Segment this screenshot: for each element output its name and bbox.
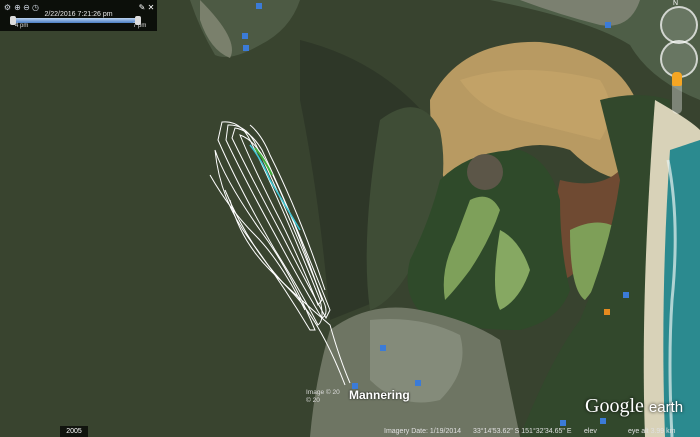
lake-water-west (0, 0, 300, 437)
image-credits: Image © 20 © 20 (306, 389, 340, 405)
historical-imagery-year[interactable]: 2005 (60, 426, 88, 437)
time-slider-panel[interactable]: ⚙ ⊕ ⊖ ◷ ✎ ✕ 2/22/2016 7:21:26 pm 4 pm 7 … (0, 0, 157, 31)
eye-altitude: eye alt 3.99 km (628, 428, 676, 435)
time-slider-date: 2/22/2016 7:21:26 pm (44, 11, 113, 18)
map-pin[interactable] (243, 45, 249, 51)
map-pin[interactable] (623, 292, 629, 298)
place-label: Mannering (349, 388, 410, 402)
time-end-label: 7 pm (133, 23, 147, 29)
google-earth-logo: Google earth (585, 395, 684, 417)
street-view-pegman-icon[interactable] (672, 72, 682, 86)
image-credit-line: © 20 (306, 397, 320, 404)
time-start-label: 4 pm (15, 23, 29, 29)
look-control[interactable] (660, 6, 698, 44)
navigation-controls[interactable]: N (650, 0, 700, 120)
imagery-date: Imagery Date: 1/19/2014 (384, 428, 462, 435)
map-pin[interactable] (605, 22, 611, 28)
map-pin[interactable] (256, 3, 262, 9)
hilltop (467, 154, 503, 190)
map-pin[interactable] (604, 309, 610, 315)
time-slider-track[interactable] (13, 18, 139, 23)
coordinates: 33°14'53.62" S 151°32'34.65" E (473, 428, 572, 435)
elevation: elev (584, 428, 597, 435)
map-pin[interactable] (380, 345, 386, 351)
status-bar: Imagery Date: 1/19/2014 33°14'53.62" S 1… (0, 426, 700, 437)
map-pin[interactable] (415, 380, 421, 386)
map-pin[interactable] (600, 418, 606, 424)
satellite-map[interactable] (0, 0, 700, 437)
map-pin[interactable] (242, 33, 248, 39)
image-credit-line: Image © 20 (306, 389, 340, 396)
